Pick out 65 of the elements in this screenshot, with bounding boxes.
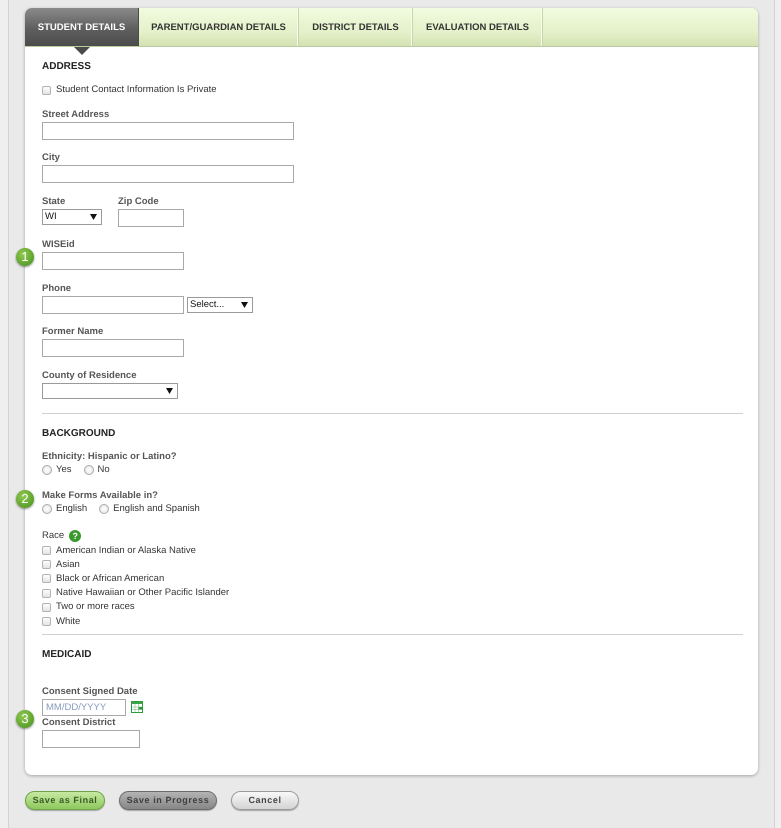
option-label: English <box>56 503 88 515</box>
field-label: Consent Signed Date <box>42 686 139 698</box>
field-label: County of Residence <box>42 370 138 382</box>
action-button[interactable]: Save in Progress <box>119 790 217 810</box>
option-label: Black or African American <box>56 572 164 585</box>
option-label: Native Hawaiian or Other Pacific Islander <box>56 587 230 600</box>
field-label: Ethnicity: Hispanic or Latino? <box>42 450 177 462</box>
option-label: American Indian or Alaska Native <box>56 544 196 557</box>
action-button[interactable]: Cancel <box>231 790 299 810</box>
checkbox[interactable] <box>42 86 51 94</box>
tab[interactable]: DISTRICT DETAILS <box>299 8 413 46</box>
text-field[interactable] <box>42 252 184 270</box>
dropdown[interactable]: WI <box>42 208 102 224</box>
field-label: Consent District <box>42 716 116 729</box>
help-icon[interactable]: ? <box>69 530 82 542</box>
option-label: Yes <box>56 464 72 476</box>
text-field[interactable] <box>118 208 184 226</box>
option-label: Asian <box>56 558 80 571</box>
section-heading: BACKGROUND <box>42 428 116 440</box>
field-label: Phone <box>42 282 72 294</box>
dropdown[interactable] <box>42 382 178 398</box>
pointer-icon <box>74 47 90 55</box>
option-label: Two or more races <box>56 601 135 614</box>
tab[interactable]: STUDENT DETAILS <box>25 8 139 46</box>
checkbox[interactable] <box>42 560 51 570</box>
checkbox[interactable] <box>42 588 51 598</box>
option-label: English and Spanish <box>113 503 200 515</box>
field-label: Former Name <box>42 326 104 338</box>
field-label: Race <box>42 530 64 542</box>
radio-button[interactable] <box>84 464 94 474</box>
checkbox[interactable] <box>42 617 51 626</box>
option-label: White <box>56 616 80 628</box>
radio-button[interactable] <box>42 464 52 474</box>
caret-icon <box>90 214 97 220</box>
text-field[interactable] <box>42 339 184 357</box>
field-label: City <box>42 152 61 164</box>
dropdown[interactable]: Select... <box>187 296 253 312</box>
text-field[interactable] <box>42 165 294 183</box>
tab[interactable]: EVALUATION DETAILS <box>413 8 543 46</box>
date-field[interactable]: MM/DD/YYYY <box>42 698 126 716</box>
checkbox[interactable] <box>42 546 51 556</box>
checkbox[interactable] <box>42 574 51 584</box>
section-heading: ADDRESS <box>42 61 92 73</box>
section-heading: MEDICAID <box>42 648 92 661</box>
field-label: Make Forms Available in? <box>42 490 159 502</box>
option-label: Student Contact Information Is Private <box>56 84 217 96</box>
field-label: Street Address <box>42 108 110 120</box>
action-button[interactable]: Save as Final <box>25 790 105 810</box>
text-field[interactable] <box>42 730 140 748</box>
field-label: State <box>42 196 66 208</box>
radio-button[interactable] <box>42 504 52 514</box>
number-badge: 3 <box>16 710 34 728</box>
text-field[interactable] <box>42 122 294 140</box>
field-label: WISEid <box>42 239 76 251</box>
checkbox[interactable] <box>42 602 51 612</box>
radio-button[interactable] <box>99 504 110 514</box>
number-badge: 1 <box>16 248 34 266</box>
option-label: No <box>98 464 110 476</box>
caret-icon <box>166 388 173 394</box>
tab[interactable]: PARENT/GUARDIAN DETAILS <box>139 8 299 46</box>
number-badge: 2 <box>16 490 34 508</box>
field-label: Zip Code <box>118 196 160 208</box>
caret-icon <box>241 302 248 308</box>
text-field[interactable] <box>42 296 184 314</box>
calendar-icon[interactable] <box>131 701 143 714</box>
